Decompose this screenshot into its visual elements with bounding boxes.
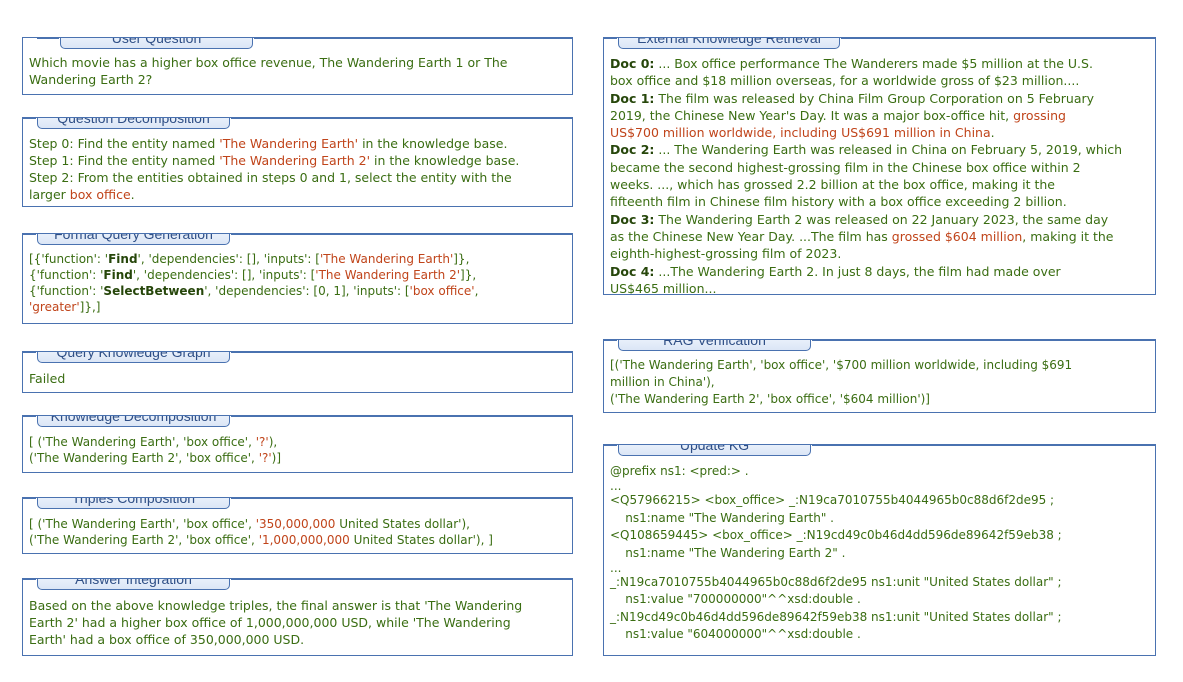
rdf-line: @prefix ns1: <pred:> .	[610, 464, 749, 478]
update-kg-panel: Update KG @prefix ns1: <pred:> . ... <Q5…	[603, 444, 1156, 656]
rag-verification-header: RAG Verification	[604, 340, 1155, 351]
rag-verification-panel: RAG Verification [('The Wandering Earth'…	[603, 339, 1156, 413]
answer-integration-header: Answer Integration	[23, 579, 572, 590]
doc-line: Doc 3: The Wandering Earth 2 was release…	[610, 211, 1109, 227]
doc-line: as the Chinese New Year Day. ...The film…	[610, 228, 1114, 244]
doc-line: US$465 million...	[610, 280, 717, 295]
text-line: Which movie has a higher box office reve…	[29, 55, 508, 70]
rdf-line: _:N19ca7010755b4044965b0c88d6f2de95 ns1:…	[610, 575, 1062, 590]
text-line: Wandering Earth 2?	[29, 72, 153, 87]
answer-integration-panel: Answer Integration Based on the above kn…	[22, 578, 573, 656]
rdf-line: <Q57966215> <box_office> _:N19ca7010755b…	[610, 493, 1055, 508]
external-retrieval-panel: External Knowledge Retrieval Doc 0: ... …	[603, 37, 1156, 295]
text-line: Step 1: Find the entity named 'The Wande…	[29, 153, 520, 168]
doc-line: Doc 2: ... The Wandering Earth was relea…	[610, 142, 1123, 158]
knowledge-decomposition-header: Knowledge Decomposition	[23, 416, 572, 427]
triples-composition-header: Triples Composition	[23, 498, 572, 509]
text-line: Step 2: From the entities obtained in st…	[29, 170, 512, 185]
text-line: ('The Wandering Earth 2', 'box office', …	[29, 451, 282, 465]
text-line: [('The Wandering Earth', 'box office', '…	[610, 358, 1073, 372]
doc-line: Doc 1: The film was released by China Fi…	[610, 90, 1095, 106]
user-question-header: User Question	[37, 38, 572, 49]
triples-composition-panel: Triples Composition [ ('The Wandering Ea…	[22, 497, 573, 554]
text-line: 'greater']},]	[29, 300, 101, 314]
text-line: Step 0: Find the entity named 'The Wande…	[29, 136, 508, 151]
doc-line: Doc 0: ... Box office performance The Wa…	[610, 56, 1093, 71]
doc-line: became the second highest-grossing film …	[610, 159, 1081, 175]
text-line: [ ('The Wandering Earth', 'box office', …	[29, 517, 470, 531]
query-kg-panel: Query Knowledge Graph Failed	[22, 351, 573, 393]
doc-line: weeks. ..., which has grossed 2.2 billio…	[610, 177, 1055, 193]
formal-query-header: Formal Query Generation	[23, 234, 572, 245]
text-line: [{'function': 'Find', 'dependencies': []…	[29, 252, 470, 266]
doc-line: box office and $18 million overseas, for…	[610, 73, 1080, 89]
knowledge-decomposition-panel: Knowledge Decomposition [ ('The Wanderin…	[22, 415, 573, 473]
text-line: Earth 2' had a higher box office of 1,00…	[29, 615, 511, 630]
question-decomposition-panel: Question Decomposition Step 0: Find the …	[22, 117, 573, 207]
text-line: larger box office.	[29, 187, 135, 202]
text-line: Failed	[29, 371, 66, 386]
doc-line: Doc 4: ...The Wandering Earth 2. In just…	[610, 263, 1061, 279]
user-question-panel: User Question Which movie has a higher b…	[22, 37, 573, 95]
text-line: Based on the above knowledge triples, th…	[29, 598, 523, 613]
rdf-line: ns1:name "The Wandering Earth 2" .	[610, 545, 846, 560]
rdf-line: ...	[610, 479, 622, 494]
external-retrieval-header: External Knowledge Retrieval	[604, 38, 1155, 49]
text-line: Earth' had a box office of 350,000,000 U…	[29, 632, 305, 647]
doc-line: 2019, the Chinese New Year's Day. It was…	[610, 107, 1066, 123]
doc-line: fifteenth film in Chinese film history w…	[610, 194, 1067, 210]
rdf-line: ns1:value "604000000"^^xsd:double .	[610, 627, 861, 642]
text-line: ('The Wandering Earth 2', 'box office', …	[29, 533, 493, 547]
doc-line: US$700 million worldwide, including US$6…	[610, 125, 995, 141]
rdf-line: _:N19cd49c0b46d4dd596de89642f59eb38 ns1:…	[610, 609, 1062, 624]
doc-line: eighth-highest-grossing film of 2023.	[610, 246, 842, 262]
text-line: million in China'),	[610, 375, 715, 389]
update-kg-header: Update KG	[604, 445, 1155, 456]
text-line: {'function': 'SelectBetween', 'dependenc…	[29, 284, 479, 298]
text-line: ('The Wandering Earth 2', 'box office', …	[610, 392, 930, 406]
text-line: {'function': 'Find', 'dependencies': [],…	[29, 268, 477, 282]
rdf-line: ns1:value "700000000"^^xsd:double .	[610, 592, 861, 607]
query-kg-header: Query Knowledge Graph	[23, 352, 572, 363]
rdf-line: ...	[610, 561, 622, 576]
formal-query-panel: Formal Query Generation [{'function': 'F…	[22, 233, 573, 324]
rdf-line: <Q108659445> <box_office> _:N19cd49c0b46…	[610, 528, 1062, 543]
rdf-line: ns1:name "The Wandering Earth" .	[610, 510, 834, 525]
text-line: [ ('The Wandering Earth', 'box office', …	[29, 435, 278, 449]
question-decomposition-header: Question Decomposition	[23, 118, 572, 129]
